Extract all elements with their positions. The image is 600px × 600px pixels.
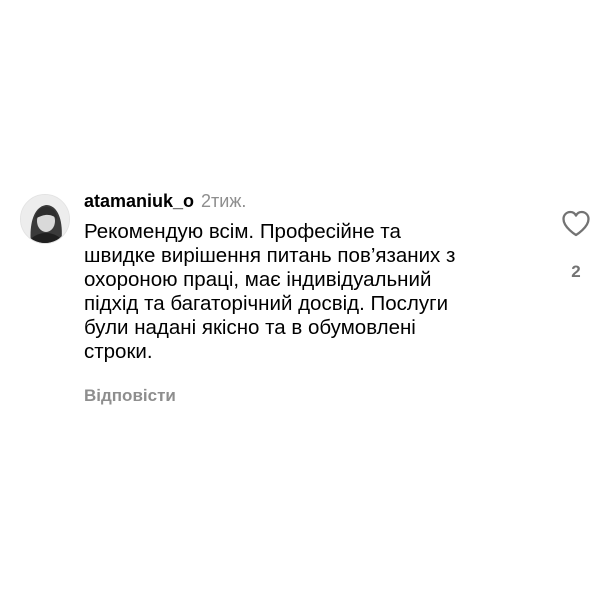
- avatar[interactable]: [20, 194, 70, 244]
- username-link[interactable]: atamaniuk_o: [84, 190, 194, 212]
- comment-screen: atamaniuk_o 2тиж. Рекомендую всім. Профе…: [0, 0, 600, 600]
- comment-body: atamaniuk_o 2тиж. Рекомендую всім. Профе…: [84, 190, 524, 406]
- comment-meta: atamaniuk_o 2тиж.: [84, 190, 524, 212]
- reply-button[interactable]: Відповісти: [84, 386, 524, 406]
- heart-outline-icon[interactable]: [561, 210, 591, 237]
- avatar-photo: [21, 195, 69, 243]
- comment-text: Рекомендую всім. Професійне та швидке ви…: [84, 220, 456, 363]
- like-section: 2: [554, 210, 598, 282]
- like-count[interactable]: 2: [554, 262, 598, 282]
- comment-time: 2тиж.: [201, 191, 247, 211]
